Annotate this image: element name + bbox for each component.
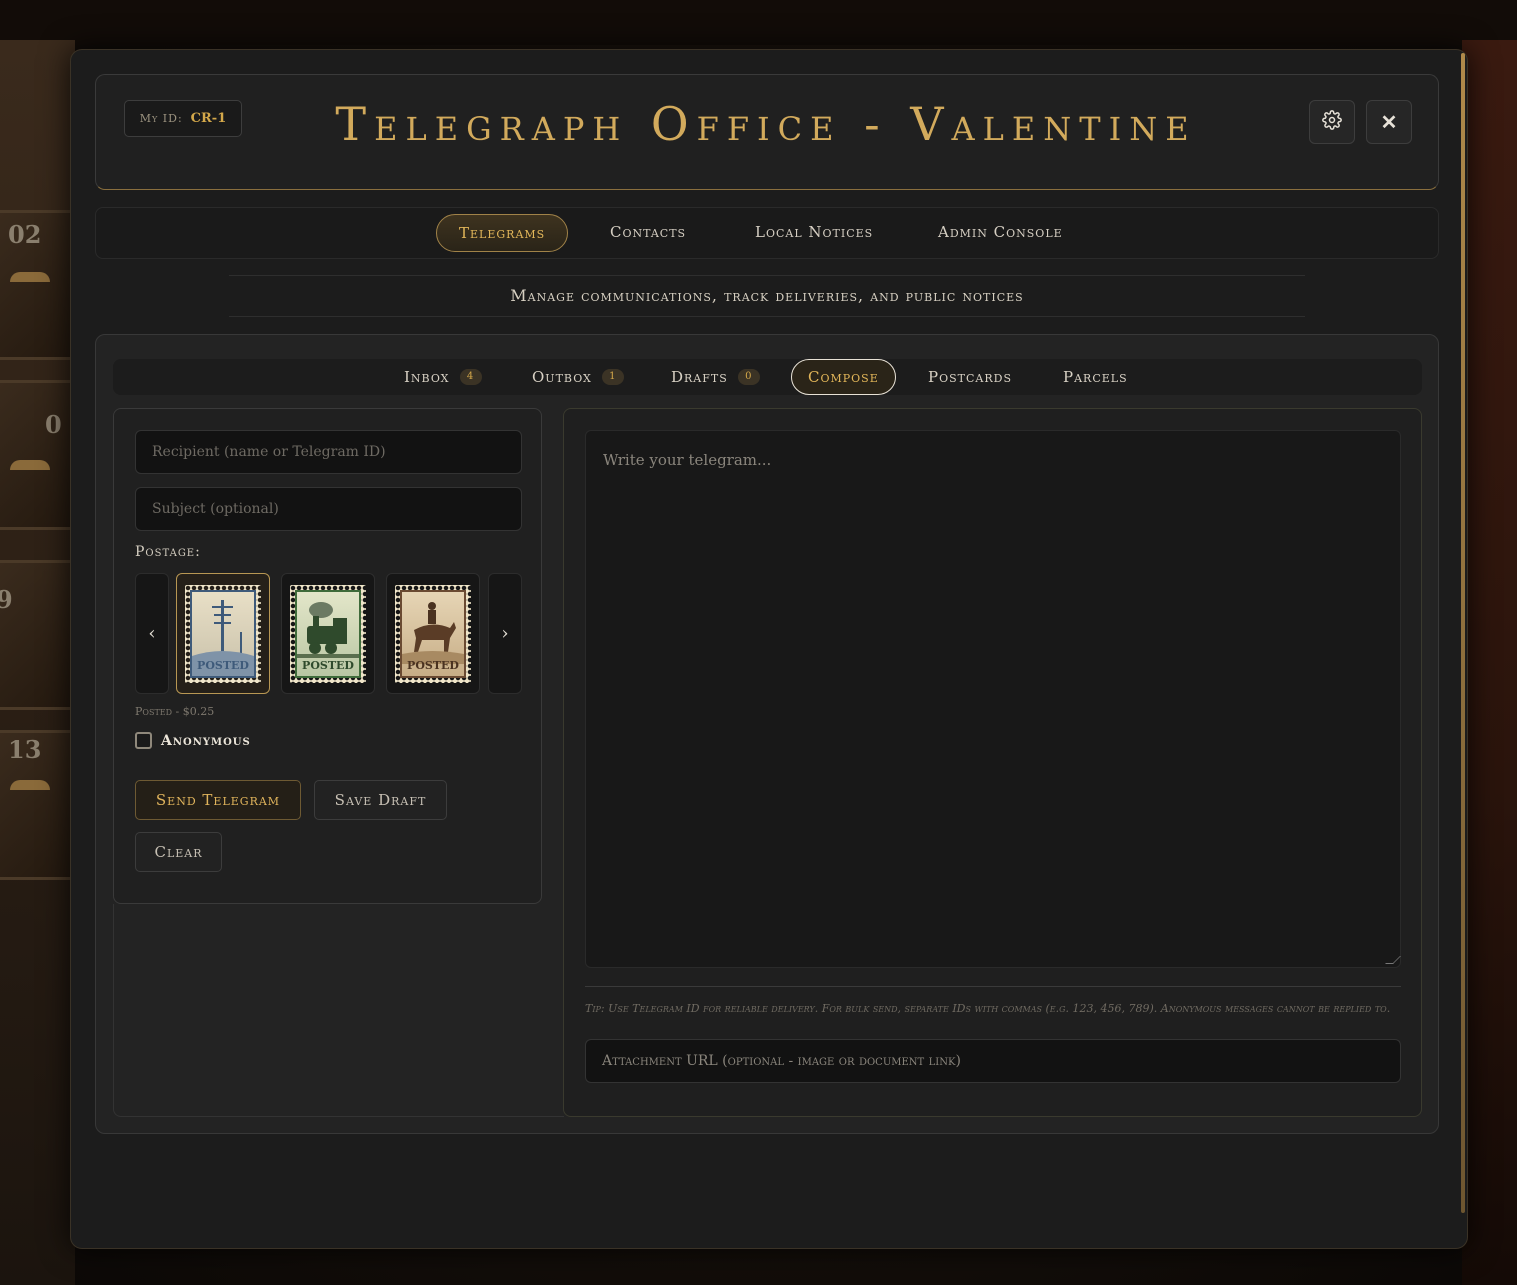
- locomotive-stamp: POSTED: [290, 584, 366, 683]
- my-id-badge: My ID: CR-1: [124, 100, 242, 137]
- stamp-text: POSTED: [407, 658, 459, 672]
- message-textarea[interactable]: Write your telegram...: [585, 430, 1401, 968]
- postage-label: Postage:: [135, 544, 201, 560]
- message-placeholder: Write your telegram...: [603, 451, 772, 469]
- gear-icon: [1322, 109, 1342, 135]
- background-right: [1462, 40, 1517, 1285]
- settings-button[interactable]: [1309, 100, 1355, 144]
- tab-label: Postcards: [928, 368, 1012, 386]
- stamp-text: POSTED: [302, 658, 354, 672]
- tab-telegrams[interactable]: Telegrams: [436, 214, 569, 252]
- send-telegram-button[interactable]: Send Telegram: [135, 780, 301, 820]
- postbox-number: 02: [8, 220, 42, 249]
- left-column-frame: [113, 904, 564, 1117]
- tab-label: Drafts: [671, 368, 728, 386]
- my-id-label: My ID:: [139, 112, 183, 125]
- top-navigation: Telegrams Contacts Local Notices Admin C…: [95, 207, 1439, 259]
- tab-outbox[interactable]: Outbox 1: [516, 359, 640, 395]
- tab-admin-console[interactable]: Admin Console: [916, 214, 1085, 252]
- anonymous-label: Anonymous: [161, 732, 251, 749]
- close-icon: ✕: [1380, 110, 1398, 134]
- tab-label: Inbox: [404, 368, 450, 386]
- sub-navigation: Inbox 4 Outbox 1 Drafts 0 Compose Postca…: [113, 359, 1422, 395]
- stamp-option-locomotive[interactable]: POSTED: [281, 573, 375, 694]
- tab-compose[interactable]: Compose: [791, 359, 896, 395]
- resize-handle-icon[interactable]: [1385, 956, 1401, 964]
- chevron-right-icon: ›: [501, 623, 509, 644]
- my-id-value: CR-1: [190, 111, 227, 126]
- recipient-input[interactable]: Recipient (name or Telegram ID): [135, 430, 522, 474]
- close-button[interactable]: ✕: [1366, 100, 1412, 144]
- count-badge: 1: [601, 369, 624, 385]
- postbox-handle: [10, 780, 50, 790]
- stamp-option-rider[interactable]: POSTED: [386, 573, 480, 694]
- stamp-prev-button[interactable]: ‹: [135, 573, 169, 694]
- tab-label: Compose: [808, 368, 879, 386]
- stamp-next-button[interactable]: ›: [488, 573, 522, 694]
- telegraph-window: My ID: CR-1 Telegraph Office - Valentine…: [70, 49, 1468, 1249]
- count-badge: 4: [459, 369, 482, 385]
- clear-button[interactable]: Clear: [135, 832, 222, 872]
- save-draft-button[interactable]: Save Draft: [314, 780, 447, 820]
- postbox-handle: [10, 272, 50, 282]
- tab-inbox[interactable]: Inbox 4: [388, 359, 498, 395]
- postbox-number: 0: [45, 410, 62, 439]
- telegraph-pole-stamp: POSTED: [185, 584, 261, 683]
- divider: [585, 986, 1401, 987]
- postbox-number: 9: [0, 585, 13, 614]
- postbox: [0, 380, 75, 530]
- page-title: Telegraph Office - Valentine: [335, 97, 1197, 151]
- anonymous-checkbox[interactable]: [135, 732, 152, 749]
- tab-drafts[interactable]: Drafts 0: [655, 359, 776, 395]
- telegram-panel: Inbox 4 Outbox 1 Drafts 0 Compose Postca…: [95, 334, 1439, 1134]
- attachment-url-input[interactable]: Attachment URL (optional - image or docu…: [585, 1039, 1401, 1083]
- header: My ID: CR-1 Telegraph Office - Valentine…: [95, 74, 1439, 190]
- stamp-price: Posted - $0.25: [135, 705, 215, 718]
- page-subtitle: Manage communications, track deliveries,…: [229, 275, 1305, 317]
- postbox-handle: [10, 460, 50, 470]
- stamp-option-telegraph[interactable]: POSTED: [176, 573, 270, 694]
- tab-local-notices[interactable]: Local Notices: [733, 214, 895, 252]
- horse-rider-stamp: POSTED: [395, 584, 471, 683]
- message-card: Write your telegram... Tip: Use Telegram…: [563, 408, 1422, 1117]
- count-badge: 0: [737, 369, 760, 385]
- compose-form: Recipient (name or Telegram ID) Subject …: [113, 408, 542, 904]
- scrollbar[interactable]: [1461, 53, 1465, 1213]
- tab-postcards[interactable]: Postcards: [912, 359, 1028, 395]
- tab-label: Parcels: [1063, 368, 1128, 386]
- tab-parcels[interactable]: Parcels: [1047, 359, 1144, 395]
- anonymous-option[interactable]: Anonymous: [135, 732, 251, 749]
- chevron-left-icon: ‹: [148, 623, 156, 644]
- tab-label: Outbox: [532, 368, 592, 386]
- background-postboxes: 02 0 9 13: [0, 40, 75, 1285]
- background-top: [0, 0, 1517, 45]
- subject-input[interactable]: Subject (optional): [135, 487, 522, 531]
- tab-contacts[interactable]: Contacts: [588, 214, 708, 252]
- tip-text: Tip: Use Telegram ID for reliable delive…: [585, 1002, 1391, 1015]
- postbox-number: 13: [8, 735, 42, 764]
- postbox: [0, 560, 75, 710]
- stamp-text: POSTED: [197, 658, 249, 672]
